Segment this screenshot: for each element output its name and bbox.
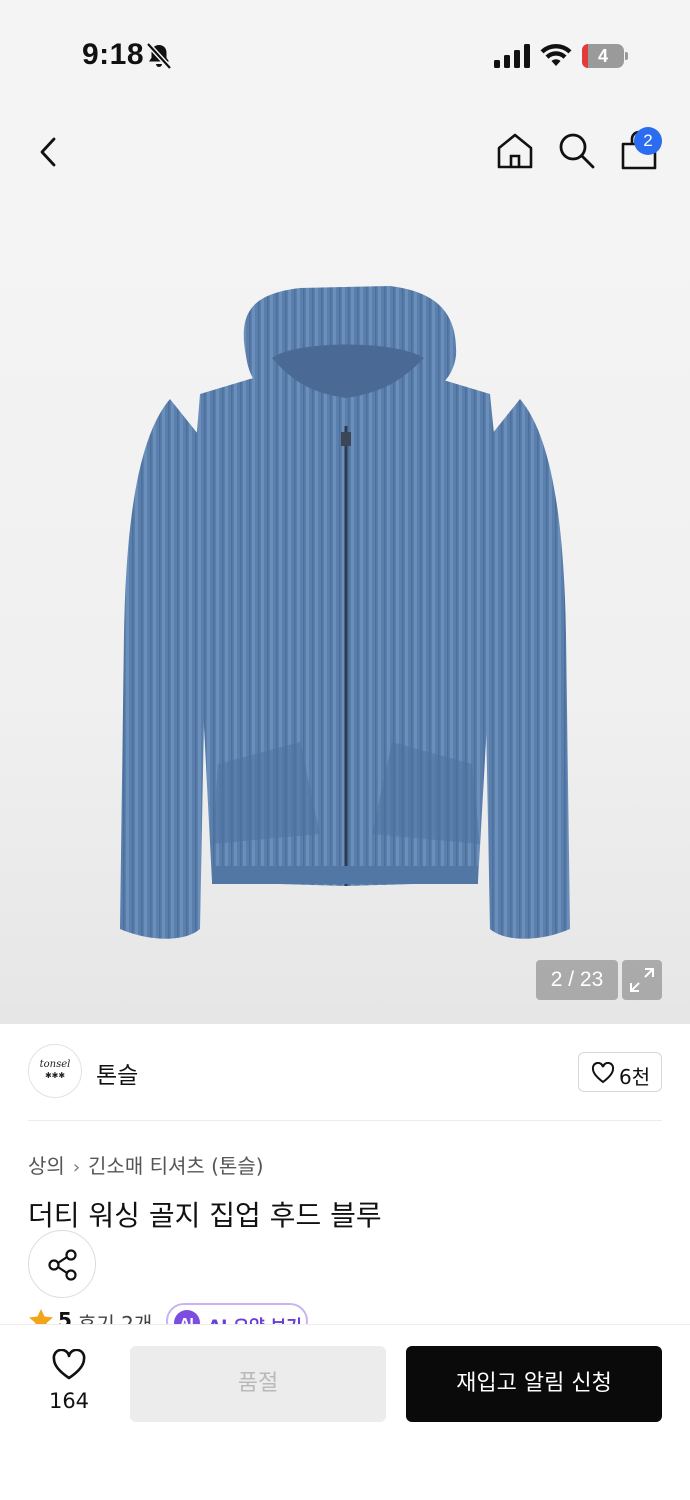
ai-summary-button[interactable]: AI AI 요약 보기 [166,1303,308,1326]
home-icon[interactable] [494,130,536,172]
signal-icon [494,44,530,68]
status-time: 9:18 [82,38,145,71]
status-bar: 9:18 4 [0,0,690,110]
bell-off-icon [146,42,172,70]
breadcrumb: 상의 › 긴소매 티셔츠 (톤슬) [28,1150,264,1180]
brand-name[interactable]: 톤슬 [96,1056,138,1090]
heart-icon [591,1062,615,1084]
back-arrow-icon[interactable] [30,132,70,172]
top-nav: 2 [0,110,690,194]
brand-like-count: 6천 [619,1065,651,1089]
search-icon[interactable] [556,130,596,170]
cart-count-badge: 2 [634,127,662,155]
battery-icon: 4 [582,44,628,68]
product-image-gallery[interactable]: 2 / 23 [0,194,690,1024]
share-icon [48,1249,77,1281]
heart-outline-icon [52,1349,86,1380]
bottom-action-bar: 164 품절 재입고 알림 신청 [0,1324,690,1500]
battery-level: 4 [597,46,608,66]
rating-row: 5 후기 2개 AI AI 요약 보기 [28,1300,662,1326]
breadcrumb-item-subcategory[interactable]: 긴소매 티셔츠 (톤슬) [88,1150,264,1179]
product-title: 더티 워싱 골지 집업 후드 블루 [28,1199,382,1232]
wishlist-button[interactable]: 164 [36,1349,102,1419]
wishlist-count: 164 [48,1389,90,1413]
divider [28,1120,662,1121]
brand-like-button[interactable]: 6천 [578,1052,662,1092]
image-counter: 2 / 23 [536,960,618,1000]
product-image [120,286,570,939]
restock-alert-button[interactable]: 재입고 알림 신청 [406,1346,662,1422]
breadcrumb-item-category[interactable]: 상의 [28,1150,65,1179]
expand-image-button[interactable] [622,960,662,1000]
wifi-icon [540,44,572,66]
brand-row[interactable]: tonsel ✱✱✱ 톤슬 6천 [0,1024,690,1120]
brand-logo[interactable]: tonsel ✱✱✱ [28,1044,82,1098]
product-detail-screen: 9:18 4 2 2 / 23 tonsel ✱✱✱ 톤슬 6천 상의 › 긴소… [0,0,690,1500]
share-button[interactable] [28,1230,96,1298]
chevron-right-icon: › [72,1157,81,1178]
expand-icon [630,968,654,992]
soldout-button: 품절 [130,1346,386,1422]
